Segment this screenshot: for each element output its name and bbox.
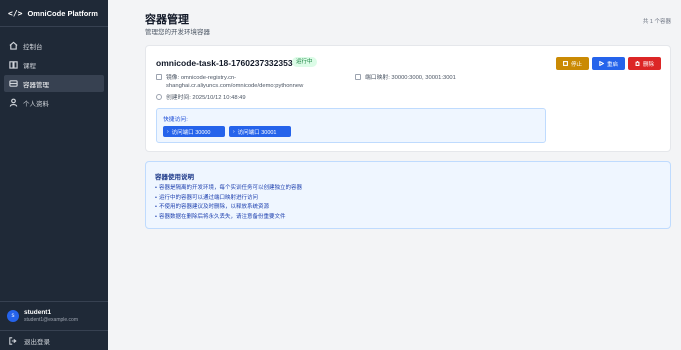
stop-button[interactable]: 停止 bbox=[556, 57, 589, 70]
sidebar-item-courses[interactable]: 课程 bbox=[4, 56, 104, 73]
sidebar-nav: 控制台 课程 容器管理 个人资料 bbox=[0, 27, 108, 111]
page-subtitle: 管理您的开发环境容器 bbox=[145, 29, 210, 36]
user-name: student1 bbox=[24, 308, 52, 316]
brand[interactable]: </> OmniCode Platform bbox=[0, 0, 108, 27]
list-item: 容器数据在删除后将永久丢失，请注意备份重要文件 bbox=[155, 213, 302, 223]
container-icon bbox=[8, 79, 18, 89]
user-area: s student1 student1@example.com 退出登录 bbox=[0, 301, 108, 350]
logout-icon bbox=[9, 336, 17, 345]
delete-button[interactable]: 删除 bbox=[628, 57, 661, 70]
port-icon bbox=[355, 74, 361, 80]
created-time-text: 创建时间: 2025/10/12 10:48:49 bbox=[166, 95, 246, 101]
main-content: 容器管理 管理您的开发环境容器 共 1 个容器 omnicode-task-18… bbox=[108, 0, 681, 350]
list-item: 运行中的容器可以通过端口映射进行访问 bbox=[155, 194, 302, 204]
container-name: omnicode-task-18-1760237332353 bbox=[156, 58, 293, 68]
image-icon bbox=[156, 74, 162, 80]
chevron-right-icon: › bbox=[167, 128, 169, 135]
port-mapping: 端口映射: 30000:3000, 30001:3001 bbox=[355, 74, 456, 82]
play-icon bbox=[599, 61, 604, 66]
list-item: 容器是隔离的开发环境，每个实训任务可以创建独立的容器 bbox=[155, 184, 302, 194]
instructions-title: 容器使用说明 bbox=[155, 174, 194, 181]
access-port-label: 访问端口 30000 bbox=[171, 129, 211, 136]
sidebar-item-label: 控制台 bbox=[23, 43, 43, 51]
quick-access: 快捷访问: › 访问端口 30000 › 访问端口 30001 bbox=[156, 108, 546, 143]
user-icon bbox=[8, 98, 18, 108]
stop-icon bbox=[563, 61, 568, 66]
logout-button[interactable]: 退出登录 bbox=[0, 330, 108, 350]
list-item: 不使用的容器建议及时删除，以释放系统资源 bbox=[155, 203, 302, 213]
chevron-right-icon: › bbox=[233, 128, 235, 135]
sidebar-item-label: 容器管理 bbox=[23, 81, 49, 89]
instructions-list: 容器是隔离的开发环境，每个实训任务可以创建独立的容器 运行中的容器可以通过端口映… bbox=[155, 184, 302, 222]
logout-label: 退出登录 bbox=[24, 338, 50, 346]
quick-access-label: 快捷访问: bbox=[163, 117, 188, 123]
page-title: 容器管理 bbox=[145, 14, 189, 26]
avatar: s bbox=[7, 310, 19, 322]
access-port-label: 访问端口 30001 bbox=[237, 129, 277, 136]
sidebar-item-dashboard[interactable]: 控制台 bbox=[4, 37, 104, 54]
user-email: student1@example.com bbox=[24, 316, 78, 323]
container-card: omnicode-task-18-1760237332353 运行中 镜像: o… bbox=[145, 45, 671, 152]
sidebar-item-label: 个人资料 bbox=[23, 100, 49, 108]
sidebar-item-profile[interactable]: 个人资料 bbox=[4, 94, 104, 111]
sidebar-item-containers[interactable]: 容器管理 bbox=[4, 75, 104, 92]
sidebar: </> OmniCode Platform 控制台 课程 容器管理 个人资料 s… bbox=[0, 0, 108, 350]
status-badge: 运行中 bbox=[292, 57, 317, 67]
port-mapping-text: 端口映射: 30000:3000, 30001:3001 bbox=[365, 75, 456, 81]
container-image: 镜像: omnicode-registry.cn- shanghai.cr.al… bbox=[156, 74, 341, 90]
sidebar-item-label: 课程 bbox=[23, 62, 36, 70]
container-count: 共 1 个容器 bbox=[642, 19, 671, 25]
stop-label: 停止 bbox=[570, 61, 582, 68]
image-line-1: 镜像: omnicode-registry.cn- bbox=[166, 75, 237, 81]
access-port-button-30001[interactable]: › 访问端口 30001 bbox=[229, 126, 291, 137]
clock-icon bbox=[156, 94, 162, 100]
restart-label: 重启 bbox=[606, 61, 618, 68]
created-time: 创建时间: 2025/10/12 10:48:49 bbox=[156, 94, 246, 102]
restart-button[interactable]: 重启 bbox=[592, 57, 625, 70]
brand-name: OmniCode Platform bbox=[27, 8, 98, 18]
trash-icon bbox=[635, 61, 640, 66]
user-profile: s student1 student1@example.com bbox=[0, 302, 108, 330]
book-icon bbox=[8, 60, 18, 70]
usage-instructions: 容器使用说明 容器是隔离的开发环境，每个实训任务可以创建独立的容器 运行中的容器… bbox=[145, 161, 671, 229]
code-logo-icon: </> bbox=[8, 8, 23, 18]
delete-label: 删除 bbox=[642, 61, 654, 68]
home-icon bbox=[8, 41, 18, 51]
image-line-2: shanghai.cr.aliyuncs.com/omnicode/demo:p… bbox=[166, 83, 304, 89]
access-port-button-30000[interactable]: › 访问端口 30000 bbox=[163, 126, 225, 137]
